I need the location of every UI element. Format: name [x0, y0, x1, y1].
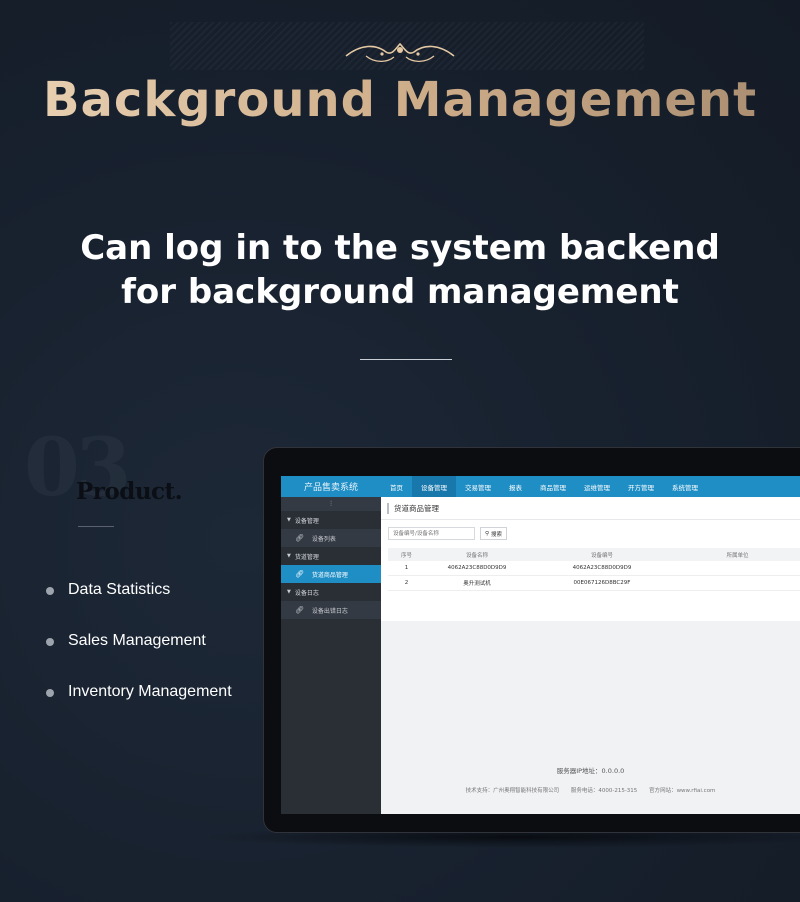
- table-header: 序号 设备名称 设备编号 所属单位: [388, 548, 800, 561]
- sidebar-item-device-list[interactable]: 🔗︎ 设备列表: [281, 529, 381, 547]
- search-button[interactable]: ⚲ 搜索: [480, 527, 507, 540]
- column-header: 设备名称: [465, 552, 488, 559]
- server-ip-text: 服务器IP地址：0.0.0.0: [556, 767, 625, 775]
- feature-item: Sales Management: [46, 615, 232, 666]
- top-nav: 首页 设备管理 交易管理 报表 商品管理 运维管理 开方管理 系统管理: [381, 476, 707, 497]
- search-input[interactable]: [388, 527, 475, 540]
- link-icon: 🔗︎: [295, 570, 304, 578]
- table-cell: 奥升测试机: [463, 581, 491, 587]
- table-cell: 2: [404, 580, 409, 586]
- nav-item-home[interactable]: 首页: [381, 476, 412, 497]
- caret-down-icon: ▼: [287, 517, 291, 523]
- nav-item-operations[interactable]: 运维管理: [575, 476, 619, 497]
- bullet-icon: [46, 688, 54, 697]
- sidebar-item-error-logs[interactable]: 🔗︎ 设备出错日志: [281, 601, 381, 619]
- table-cell: 00E067126D8BC29F: [573, 580, 631, 586]
- table-row[interactable]: 2 奥升测试机 00E067126D8BC29F: [388, 576, 800, 591]
- sidebar-group-label: 货道管理: [294, 553, 319, 561]
- subtitle-line-1: Can log in to the system backend: [80, 228, 720, 268]
- nav-item-products[interactable]: 商品管理: [531, 476, 575, 497]
- sidebar-group-devices[interactable]: ▼ 设备管理: [281, 511, 381, 529]
- footer-phone: 服务电话：4000-215-315: [570, 788, 638, 794]
- nav-item-prescriptions[interactable]: 开方管理: [619, 476, 663, 497]
- link-icon: 🔗︎: [295, 534, 304, 542]
- sidebar-item-label: 设备列表: [311, 535, 336, 543]
- feature-label: Sales Management: [68, 631, 206, 649]
- subtitle-line-2: for background management: [121, 272, 679, 312]
- table-cell: 4062A23C88D0D9D9: [447, 565, 507, 571]
- panel-title: 货道商品管理: [387, 503, 439, 514]
- feature-item: Data Statistics: [46, 564, 232, 615]
- column-header: 设备编号: [590, 552, 613, 559]
- main-content: 货道商品管理 ⚲搜索 序号 设备名称 设备编号 所属单位 1 4062A23C8…: [381, 497, 800, 814]
- nav-item-transactions[interactable]: 交易管理: [456, 476, 500, 497]
- sidebar-group-channels[interactable]: ▼ 货道管理: [281, 547, 381, 565]
- column-header: 序号: [400, 552, 412, 559]
- bullet-icon: [46, 637, 54, 646]
- content-panel: 货道商品管理 ⚲搜索 序号 设备名称 设备编号 所属单位 1 4062A23C8…: [381, 497, 800, 621]
- product-underline: [78, 526, 114, 527]
- sidebar-item-channel-products[interactable]: 🔗︎ 货道商品管理: [281, 565, 381, 583]
- app-screen: 产品售卖系统 首页 设备管理 交易管理 报表 商品管理 运维管理 开方管理 系统…: [281, 476, 800, 814]
- bullet-icon: [46, 586, 54, 595]
- nav-item-reports[interactable]: 报表: [500, 476, 531, 497]
- page-subtitle: Can log in to the system backend for bac…: [0, 226, 800, 314]
- link-icon: 🔗︎: [295, 606, 304, 614]
- data-table: 序号 设备名称 设备编号 所属单位 1 4062A23C88D0D9D9 406…: [388, 548, 800, 591]
- sidebar-toggle-icon[interactable]: ⫶: [281, 497, 381, 511]
- column-header: 所属单位: [726, 552, 749, 559]
- footer-website: 官方网站：www.rfiai.com: [649, 788, 716, 794]
- app-topbar: 产品售卖系统 首页 设备管理 交易管理 报表 商品管理 运维管理 开方管理 系统…: [281, 476, 800, 497]
- section-divider: [360, 359, 452, 360]
- footer-info: 技术支持：广州奥翔智能科技有限公司 服务电话：4000-215-315 官方网站…: [381, 786, 800, 794]
- product-label: Product.: [76, 478, 183, 505]
- nav-item-device-management[interactable]: 设备管理: [412, 476, 456, 497]
- caret-down-icon: ▼: [287, 589, 291, 595]
- app-brand: 产品售卖系统: [303, 483, 358, 493]
- sidebar-item-label: 设备出错日志: [311, 607, 348, 615]
- feature-label: Inventory Management: [68, 682, 232, 700]
- sidebar-item-label: 货道商品管理: [311, 571, 348, 579]
- caret-down-icon: ▼: [287, 553, 291, 559]
- feature-list: Data Statistics Sales Management Invento…: [46, 564, 232, 717]
- table-row[interactable]: 1 4062A23C88D0D9D9 4062A23C88D0D9D9: [388, 561, 800, 576]
- panel-divider: [381, 519, 800, 520]
- sidebar-group-label: 设备管理: [294, 517, 319, 525]
- sidebar: ⫶ ▼ 设备管理 🔗︎ 设备列表 ▼ 货道管理 🔗︎ 货道商品管理 ▼ 设备日志 🔗︎ 设备…: [281, 497, 381, 814]
- feature-item: Inventory Management: [46, 666, 232, 717]
- feature-label: Data Statistics: [68, 580, 171, 598]
- footer-support: 技术支持：广州奥翔智能科技有限公司: [465, 788, 560, 794]
- table-cell: 4062A23C88D0D9D9: [572, 565, 632, 571]
- flourish-ornament-icon: [198, 42, 602, 63]
- sidebar-group-label: 设备日志: [294, 589, 319, 597]
- sidebar-group-logs[interactable]: ▼ 设备日志: [281, 583, 381, 601]
- table-cell: 1: [404, 565, 409, 571]
- page-title: Background Management: [0, 72, 800, 128]
- search-button-label: 搜索: [491, 531, 503, 538]
- nav-item-system[interactable]: 系统管理: [663, 476, 707, 497]
- search-icon: ⚲: [484, 530, 489, 537]
